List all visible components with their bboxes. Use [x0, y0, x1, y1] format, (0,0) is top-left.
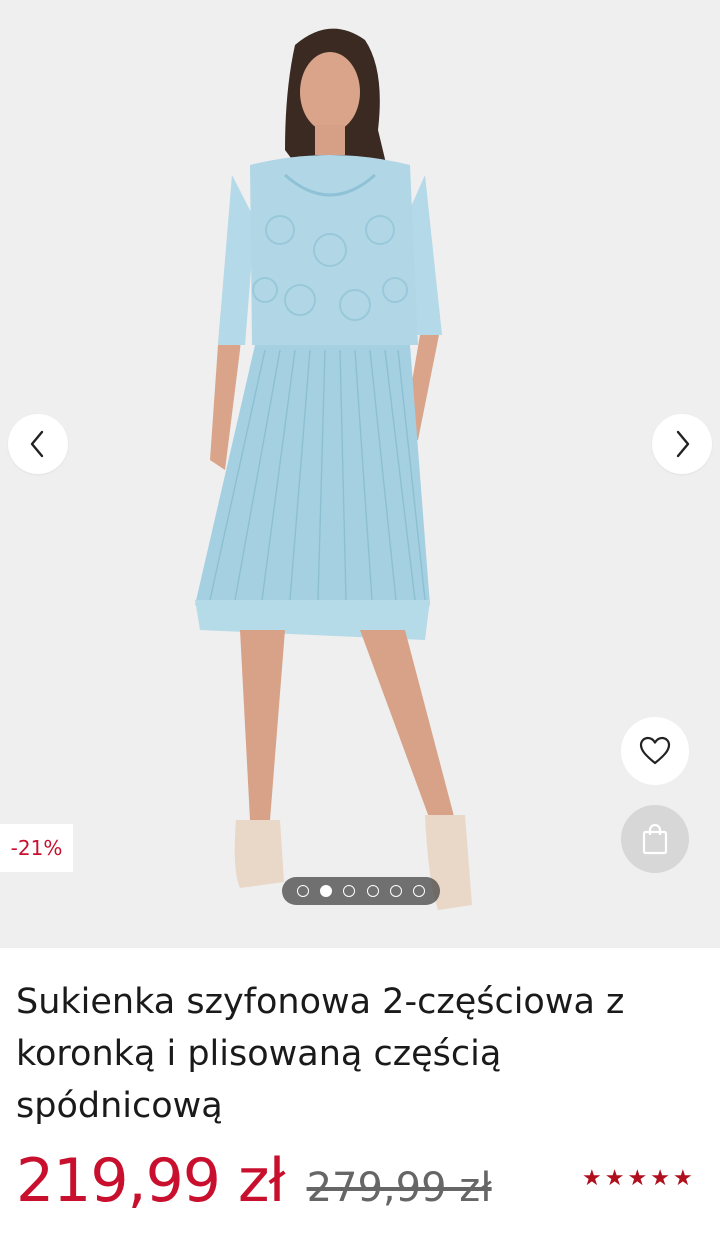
product-title-line: koronką i plisowaną częścią — [16, 1034, 502, 1074]
gallery-dot[interactable] — [297, 885, 310, 897]
gallery-pagination — [282, 877, 440, 905]
add-to-bag-button[interactable] — [621, 805, 689, 873]
gallery-next-button[interactable] — [652, 414, 712, 474]
gallery-dot-active[interactable] — [320, 885, 333, 897]
wishlist-button[interactable] — [621, 717, 689, 785]
product-title: Sukienka szyfonowa 2-częściowa z koronką… — [16, 976, 706, 1132]
gallery-dot[interactable] — [389, 885, 402, 897]
rating-stars[interactable]: ★ ★ ★ ★ ★ — [582, 1166, 693, 1192]
heart-icon — [639, 736, 671, 765]
discount-badge: -21% — [0, 824, 73, 872]
star-icon: ★ — [650, 1166, 670, 1191]
gallery-prev-button[interactable] — [8, 414, 68, 474]
current-price: 219,99 zł — [16, 1146, 286, 1216]
gallery-dot[interactable] — [412, 885, 425, 897]
old-price: 279,99 zł — [306, 1165, 492, 1211]
price-row: 219,99 zł 279,99 zł — [16, 1146, 492, 1222]
product-gallery[interactable]: -21% — [0, 0, 720, 948]
chevron-left-icon — [30, 430, 44, 458]
star-icon: ★ — [672, 1166, 693, 1191]
star-icon: ★ — [627, 1166, 648, 1191]
shopping-bag-icon — [642, 823, 668, 855]
star-icon: ★ — [582, 1166, 602, 1191]
product-title-line: spódnicową — [16, 1086, 223, 1126]
product-title-line: Sukienka szyfonowa 2-częściowa z — [16, 982, 625, 1022]
product-photo — [195, 28, 472, 910]
gallery-dot[interactable] — [366, 885, 379, 897]
chevron-right-icon — [676, 430, 690, 458]
star-icon: ★ — [604, 1166, 625, 1191]
gallery-dot[interactable] — [343, 885, 356, 897]
